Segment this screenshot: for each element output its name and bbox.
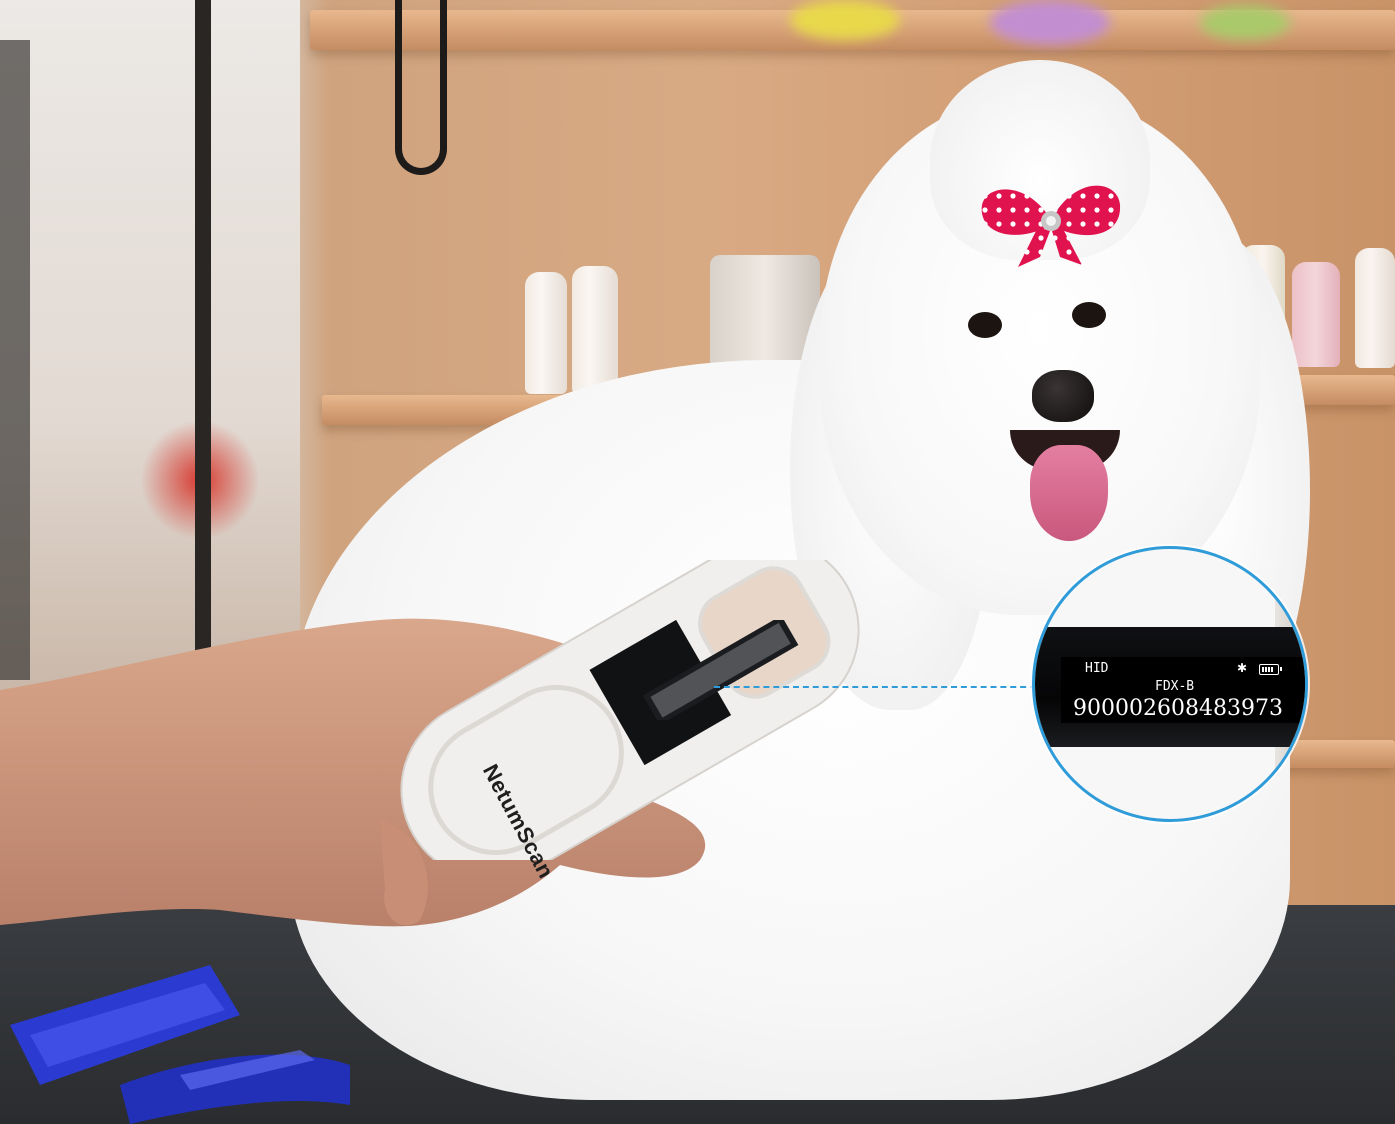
dog-tongue bbox=[1030, 445, 1108, 541]
grooming-brush bbox=[10, 965, 350, 1124]
dog-eye-right bbox=[1072, 302, 1106, 328]
grooming-loop-strap bbox=[395, 0, 447, 175]
screen-chip-number: 900002608483973 bbox=[1073, 696, 1283, 721]
background-bottle-pink bbox=[1292, 262, 1340, 367]
background-toy-green bbox=[1200, 5, 1290, 40]
dog-nose bbox=[1032, 370, 1094, 422]
background-bottle bbox=[1355, 248, 1395, 368]
scanner-mini-display bbox=[642, 620, 799, 720]
display-zoom-callout: HID FDX-B 900002608483973 ✱ bbox=[1032, 546, 1308, 822]
bluetooth-icon: ✱ bbox=[1237, 661, 1248, 675]
background-bottle bbox=[525, 272, 567, 394]
photo-scene: NetumScan HID FDX-B 900002608483973 ✱ bbox=[0, 0, 1395, 1124]
background-bottle bbox=[572, 266, 618, 394]
dog-eye-left bbox=[968, 312, 1002, 338]
background-mirror bbox=[0, 0, 300, 700]
background-toy-yellow bbox=[790, 0, 900, 40]
battery-icon bbox=[1259, 664, 1282, 675]
grooming-stand-pole bbox=[195, 0, 211, 680]
hair-bow bbox=[981, 185, 1121, 267]
callout-connector-line bbox=[714, 686, 1036, 688]
grooming-arm-blur bbox=[0, 40, 30, 680]
background-toy-purple bbox=[990, 0, 1110, 45]
screen-mode-text: HID bbox=[1085, 661, 1109, 676]
screen-tag-type-text: FDX-B bbox=[1155, 679, 1195, 694]
